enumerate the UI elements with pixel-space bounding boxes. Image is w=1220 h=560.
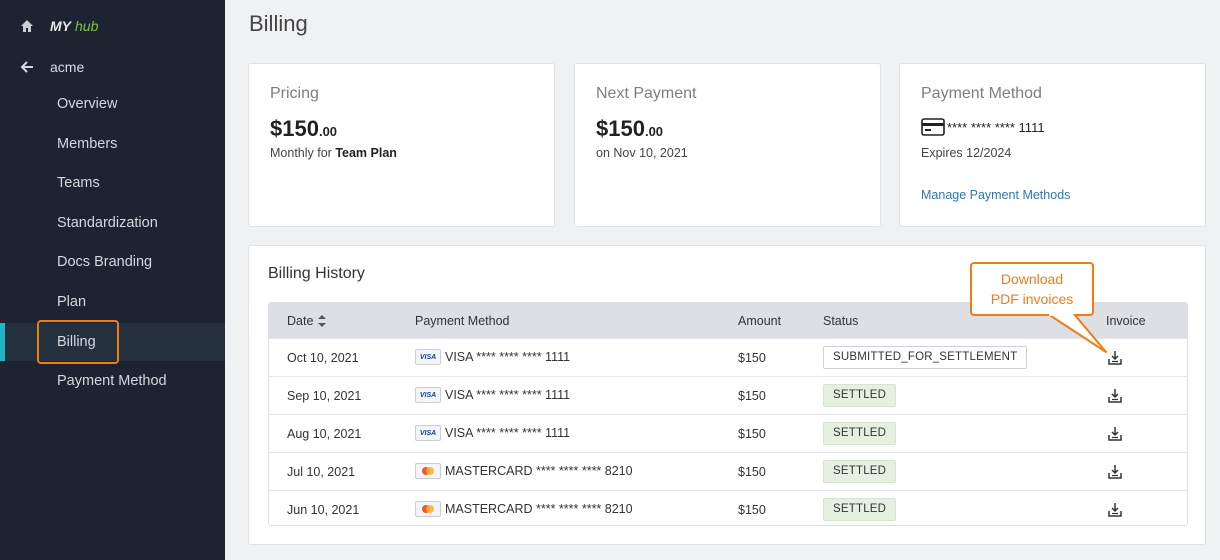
org-back-link[interactable]: acme: [20, 58, 84, 76]
table-row: Sep 10, 2021 VISA VISA **** **** **** 11…: [269, 376, 1187, 414]
column-header-date-label: Date: [287, 314, 314, 328]
next-payment-cents: .00: [644, 124, 664, 139]
sidebar-item-label: Overview: [57, 96, 118, 112]
column-header-status: Status: [823, 314, 859, 328]
brand[interactable]: MY hub: [20, 17, 98, 35]
home-icon: [21, 20, 33, 32]
payment-method-title: Payment Method: [921, 85, 1042, 102]
row-amount: $150: [738, 389, 766, 403]
page-title: Billing: [249, 11, 308, 36]
brand-hub: hub: [75, 18, 99, 34]
row-payment-method: MASTERCARD **** **** **** 8210: [415, 501, 633, 517]
table-row: Jun 10, 2021 MASTERCARD **** **** **** 8…: [269, 490, 1187, 525]
row-payment-method-text: VISA **** **** **** 1111: [445, 426, 571, 440]
download-icon[interactable]: [1107, 502, 1123, 518]
row-payment-method: VISA VISA **** **** **** 1111: [415, 387, 570, 403]
brand-my: MY: [50, 18, 71, 34]
row-payment-method-text: MASTERCARD **** **** **** 8210: [445, 502, 633, 516]
sort-icon: [318, 315, 327, 327]
row-payment-method: MASTERCARD **** **** **** 8210: [415, 463, 633, 479]
row-date: Aug 10, 2021: [287, 427, 362, 441]
download-icon[interactable]: [1107, 426, 1123, 442]
row-date: Sep 10, 2021: [287, 389, 362, 403]
visa-logo-icon: VISA: [415, 349, 441, 365]
download-icon[interactable]: [1107, 464, 1123, 480]
sidebar-item-label: Docs Branding: [57, 254, 153, 270]
sidebar-item-docs-branding[interactable]: Docs Branding: [0, 243, 225, 281]
table-row: Jul 10, 2021 MASTERCARD **** **** **** 8…: [269, 452, 1187, 490]
row-payment-method: VISA VISA **** **** **** 1111: [415, 425, 570, 441]
pricing-dollars: $150: [270, 116, 319, 141]
visa-logo-icon: VISA: [415, 387, 441, 403]
pricing-card: Pricing $150.00 Monthly for Team Plan: [248, 63, 555, 227]
plan-name: Team Plan: [335, 146, 397, 160]
next-payment-dollars: $150: [596, 116, 645, 141]
sidebar-item-label: Payment Method: [57, 373, 167, 389]
pricing-amount: $150.00: [270, 116, 337, 142]
pricing-title: Pricing: [270, 85, 319, 102]
visa-logo-text: VISA: [419, 391, 437, 399]
manage-payment-methods-link[interactable]: Manage Payment Methods: [921, 188, 1070, 202]
download-icon[interactable]: [1107, 388, 1123, 404]
pricing-sub-prefix: Monthly for: [270, 146, 336, 160]
pricing-subtitle: Monthly for Team Plan: [270, 146, 397, 160]
mastercard-circles: [422, 467, 434, 475]
status-badge: SETTLED: [823, 460, 897, 483]
credit-card-icon: [921, 118, 945, 136]
sidebar-item-label: Plan: [57, 294, 87, 310]
status-badge: SETTLED: [823, 498, 897, 521]
billing-history-title: Billing History: [268, 265, 365, 282]
row-payment-method: VISA VISA **** **** **** 1111: [415, 349, 570, 365]
sidebar-item-overview[interactable]: Overview: [0, 85, 225, 123]
download-callout: Download PDF invoices: [970, 262, 1094, 316]
column-header-amount: Amount: [738, 314, 782, 328]
callout-line-1: Download: [1000, 271, 1064, 287]
sidebar-item-label: Teams: [57, 175, 100, 191]
table-row: Aug 10, 2021 VISA VISA **** **** **** 11…: [269, 414, 1187, 452]
payment-method-card-line: **** **** **** 1111: [921, 118, 1045, 136]
sidebar-item-label: Members: [57, 136, 118, 152]
visa-logo-text: VISA: [419, 353, 437, 361]
column-header-payment-method: Payment Method: [415, 314, 510, 328]
row-amount: $150: [738, 503, 766, 517]
status-badge: SETTLED: [823, 422, 897, 445]
arrow-left-icon: [20, 61, 33, 73]
callout-pointer: [1047, 314, 1107, 353]
row-payment-method-text: VISA **** **** **** 1111: [445, 388, 571, 402]
payment-method-expires: Expires 12/2024: [921, 146, 1012, 160]
sidebar: MY hub acme Overview Members Teams Stand…: [0, 0, 225, 560]
org-name: acme: [50, 59, 85, 75]
status-badge: SUBMITTED_FOR_SETTLEMENT: [823, 346, 1028, 369]
column-header-date[interactable]: Date: [287, 314, 327, 328]
sidebar-item-plan[interactable]: Plan: [0, 283, 225, 321]
next-payment-amount: $150.00: [596, 116, 663, 142]
row-date: Oct 10, 2021: [287, 351, 359, 365]
billing-highlight-box: [37, 320, 119, 364]
row-amount: $150: [738, 427, 766, 441]
sidebar-item-payment-method[interactable]: Payment Method: [0, 362, 225, 400]
row-payment-method-text: VISA **** **** **** 1111: [445, 350, 571, 364]
next-payment-title: Next Payment: [596, 85, 697, 102]
row-amount: $150: [738, 465, 766, 479]
mastercard-logo-icon: [415, 463, 441, 479]
sidebar-item-members[interactable]: Members: [0, 125, 225, 163]
visa-logo-icon: VISA: [415, 425, 441, 441]
pricing-cents: .00: [318, 124, 338, 139]
mastercard-logo-icon: [415, 501, 441, 517]
sidebar-item-standardization[interactable]: Standardization: [0, 204, 225, 242]
visa-logo-text: VISA: [419, 429, 437, 437]
payment-method-card: Payment Method **** **** **** 1111 Expir…: [899, 63, 1206, 227]
mastercard-circles: [422, 505, 434, 513]
status-badge: SETTLED: [823, 384, 897, 407]
payment-method-card-number: **** **** **** 1111: [947, 119, 1045, 135]
row-amount: $150: [738, 351, 766, 365]
callout-line-2: PDF invoices: [990, 291, 1074, 307]
sidebar-item-teams[interactable]: Teams: [0, 164, 225, 202]
sidebar-item-label: Standardization: [57, 215, 158, 231]
row-payment-method-text: MASTERCARD **** **** **** 8210: [445, 464, 633, 478]
next-payment-date: on Nov 10, 2021: [596, 146, 688, 160]
row-date: Jun 10, 2021: [287, 503, 360, 517]
next-payment-card: Next Payment $150.00 on Nov 10, 2021: [574, 63, 881, 227]
row-date: Jul 10, 2021: [287, 465, 356, 479]
